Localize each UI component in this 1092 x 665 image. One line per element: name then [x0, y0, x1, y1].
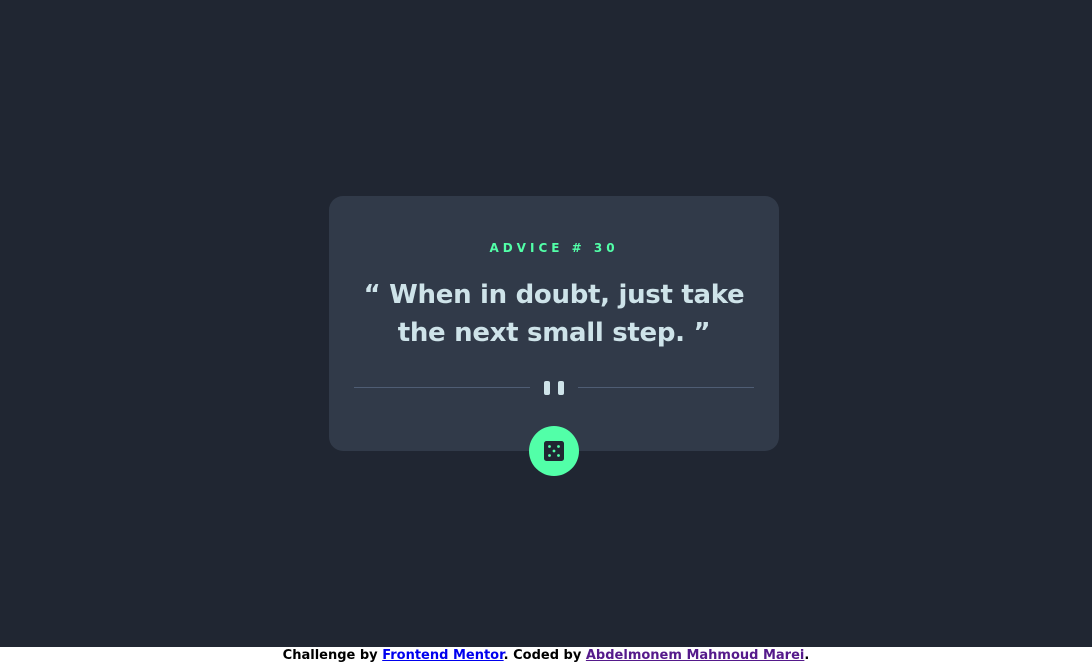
coded-prefix: . Coded by: [503, 648, 586, 663]
dice-icon: [544, 441, 564, 461]
challenge-prefix: Challenge by: [282, 648, 383, 663]
divider-line-left: [354, 387, 530, 388]
attribution-footer: Challenge by Frontend Mentor. Coded by A…: [0, 647, 1092, 665]
divider-line-right: [578, 387, 754, 388]
advice-number: ADVICE # 30: [489, 241, 619, 255]
advice-quote: “ When in doubt, just take the next smal…: [363, 280, 745, 348]
frontend-mentor-link[interactable]: Frontend Mentor: [382, 648, 503, 663]
advice-card: ADVICE # 30 “ When in doubt, just take t…: [329, 196, 779, 451]
page-background: ADVICE # 30 “ When in doubt, just take t…: [0, 0, 1092, 647]
pattern-divider: [354, 378, 754, 398]
generate-advice-button[interactable]: [529, 426, 579, 476]
author-link[interactable]: Abdelmonem Mahmoud Marei: [586, 648, 805, 663]
footer-suffix: .: [804, 648, 810, 663]
pause-icon: [544, 381, 564, 395]
